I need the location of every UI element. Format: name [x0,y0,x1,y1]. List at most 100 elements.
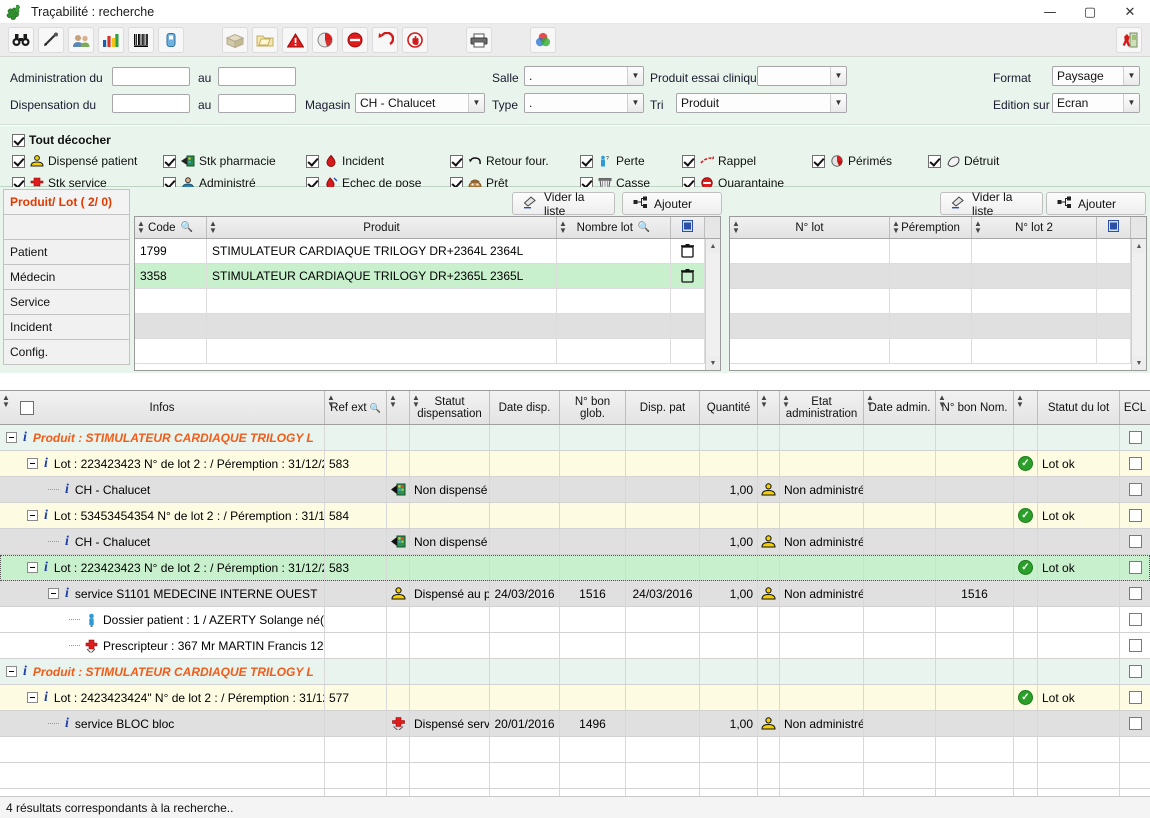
table-row-empty[interactable] [730,339,1146,364]
sort-grip-icon[interactable]: ▲▼ [137,220,145,234]
chevron-down-icon[interactable]: ▼ [627,67,643,85]
col-n-lot[interactable]: ▲▼ N° lot [730,217,890,238]
table-row-empty[interactable] [730,239,1146,264]
col-ref-ext[interactable]: ▲▼ Ref ext 🔍 [325,391,387,424]
checkbox-box[interactable] [580,155,593,168]
folder-icon[interactable] [252,27,278,53]
ecl-checkbox[interactable] [1129,665,1142,678]
salle-select[interactable]: . ▼ [524,66,644,86]
product-grid-scrollbar[interactable]: ▲ ▼ [705,239,720,370]
ecl-checkbox[interactable] [1129,639,1142,652]
checkbox-box[interactable] [682,155,695,168]
table-row-empty[interactable] [0,763,1150,789]
trash-header-icon[interactable] [682,220,693,235]
product-add-button[interactable]: Ajouter [622,192,722,215]
ecl-checkbox[interactable] [1129,717,1142,730]
filter-detruit[interactable]: Détruit [928,154,999,168]
tree-expander[interactable] [27,510,38,521]
sidebar-item-produit-lot[interactable]: Produit/ Lot ( 2/ 0) [3,189,130,215]
tree-expander[interactable] [27,458,38,469]
table-row-empty[interactable] [730,289,1146,314]
table-row-empty[interactable] [730,314,1146,339]
sort-grip-icon[interactable]: ▲▼ [559,220,567,234]
administration-from-input[interactable] [112,67,190,86]
dispensation-to-input[interactable] [218,94,296,113]
format-select[interactable]: Paysage ▼ [1052,66,1140,86]
results-grid[interactable]: ▲▼ Infos ▲▼ Ref ext 🔍 ▲▼ ▲▼ Statut dispe… [0,390,1150,796]
col-bon-glob[interactable]: N° bon glob. [560,391,626,424]
col-peremption[interactable]: ▲▼ Péremption [890,217,972,238]
col-etat-icon[interactable]: ▲▼ [758,391,780,424]
checkbox-box[interactable] [12,155,25,168]
ecl-checkbox[interactable] [1129,613,1142,626]
checkbox-box[interactable] [163,155,176,168]
checkbox-box[interactable] [928,155,941,168]
ecl-checkbox[interactable] [1129,509,1142,522]
filter-retour-fournisseur[interactable]: Retour four. [450,154,549,168]
administration-to-input[interactable] [218,67,296,86]
sort-grip-icon[interactable]: ▲▼ [327,394,335,408]
sidebar-item-patient[interactable]: Patient [3,239,130,265]
scroll-up-icon[interactable]: ▲ [706,239,720,253]
table-row[interactable]: iservice BLOC blocDispensé servic20/01/2… [0,711,1150,737]
table-row[interactable]: iCH - ChalucetNon dispensé1,00Non admini… [0,477,1150,503]
col-lot-status-icon[interactable]: ▲▼ [1014,391,1038,424]
table-row[interactable]: iProduit : STIMULATEUR CARDIAQUE TRILOGY… [0,659,1150,685]
chevron-down-icon[interactable]: ▼ [830,67,846,85]
sort-grip-icon[interactable]: ▲▼ [412,394,420,408]
table-row-empty[interactable] [135,314,720,339]
scroll-down-icon[interactable]: ▼ [1132,356,1146,370]
sort-grip-icon[interactable]: ▲▼ [732,220,740,234]
sidebar-item-service[interactable]: Service [3,289,130,315]
minimize-button[interactable]: — [1030,0,1070,24]
sort-grip-icon[interactable]: ▲▼ [1016,394,1024,408]
col-date-disp[interactable]: Date disp. [490,391,560,424]
undo-icon[interactable] [372,27,398,53]
product-clear-button[interactable]: Vider la liste [512,192,615,215]
col-infos[interactable]: ▲▼ Infos [0,391,325,424]
filter-incident[interactable]: Incident [306,154,384,168]
search-icon[interactable]: 🔍 [638,222,650,233]
col-nombre-lot[interactable]: ▲▼ Nombre lot 🔍 [557,217,671,238]
table-row[interactable]: 1799 STIMULATEUR CARDIAQUE TRILOGY DR+23… [135,239,720,264]
tree-expander[interactable] [27,562,38,573]
tree-expander[interactable] [6,432,17,443]
dispensation-from-input[interactable] [112,94,190,113]
table-row[interactable]: iLot : 53453454354 N° de lot 2 : / Pérem… [0,503,1150,529]
chevron-down-icon[interactable]: ▼ [468,94,484,112]
essai-clinique-select[interactable]: ▼ [757,66,847,86]
box-icon[interactable] [222,27,248,53]
product-grid[interactable]: ▲▼ Code 🔍 ▲▼ Produit ▲▼ Nombre lot 🔍 179… [134,216,721,371]
col-quantite[interactable]: Quantité [700,391,758,424]
maximize-button[interactable]: ▢ [1070,0,1110,24]
pie-icon[interactable] [312,27,338,53]
sort-grip-icon[interactable]: ▲▼ [760,394,768,408]
table-row[interactable]: iCH - ChalucetNon dispensé1,00Non admini… [0,529,1150,555]
ecl-checkbox[interactable] [1129,431,1142,444]
table-row[interactable]: Dossier patient : 1 / AZERTY Solange né(… [0,607,1150,633]
col-disp-pat[interactable]: Disp. pat [626,391,700,424]
search-icon[interactable]: 🔍 [370,402,381,414]
chart-icon[interactable] [98,27,124,53]
tree-expander[interactable] [48,588,59,599]
table-row-empty[interactable] [0,737,1150,763]
table-row[interactable]: iLot : 2423423424" N° de lot 2 : / Pérem… [0,685,1150,711]
magasin-select[interactable]: CH - Chalucet ▼ [355,93,485,113]
barcode-icon[interactable] [128,27,154,53]
filter-stk-pharmacie[interactable]: Stk pharmacie [163,154,276,168]
checkbox-box[interactable] [812,155,825,168]
chevron-down-icon[interactable]: ▼ [1123,94,1139,112]
table-row[interactable]: iLot : 223423423 N° de lot 2 : / Pérempt… [0,555,1150,581]
close-button[interactable]: ✕ [1110,0,1150,24]
sort-grip-icon[interactable]: ▲▼ [389,394,397,408]
printer-icon[interactable] [466,27,492,53]
stop-hand-icon[interactable] [402,27,428,53]
filter-rappel[interactable]: Rappel [682,154,756,168]
sort-grip-icon[interactable]: ▲▼ [974,220,982,234]
sort-grip-icon[interactable]: ▲▼ [892,220,900,234]
sidebar-item-blank[interactable] [3,214,130,240]
table-row[interactable]: iLot : 223423423 N° de lot 2 : / Pérempt… [0,451,1150,477]
type-select[interactable]: . ▼ [524,93,644,113]
row-delete-button[interactable] [671,264,705,288]
trash-header-icon[interactable] [1108,220,1119,235]
